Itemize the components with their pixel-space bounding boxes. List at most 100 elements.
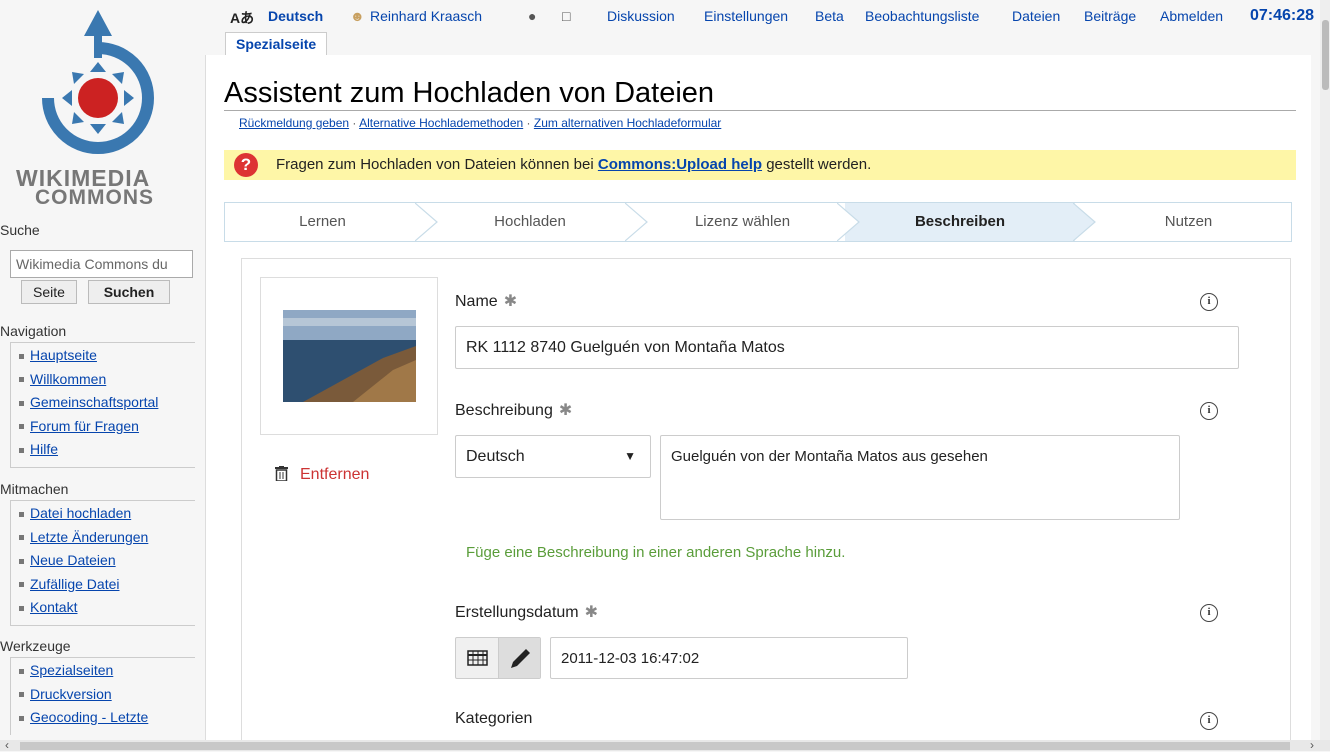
tab-spezialseite[interactable]: Spezialseite	[225, 32, 328, 56]
remove-file-button[interactable]: Entfernen	[275, 466, 369, 484]
search-heading: Suche	[0, 222, 40, 238]
name-label: Name ✱	[455, 293, 518, 310]
help-question-icon: ?	[234, 153, 258, 177]
topbar-link-dateien[interactable]: Dateien	[1012, 8, 1060, 24]
scroll-left-icon[interactable]: ‹	[5, 738, 9, 752]
info-icon[interactable]: i	[1200, 293, 1218, 311]
thumbnail-frame	[260, 277, 438, 435]
notice-text-before: Fragen zum Hochladen von Dateien können …	[276, 156, 598, 173]
dropdown-arrow-icon: ▼	[624, 449, 636, 463]
topbar-link-einstellungen[interactable]: Einstellungen	[704, 8, 788, 24]
description-textarea[interactable]: Guelguén von der Montaña Matos aus geseh…	[660, 435, 1180, 520]
step-chevron-icon	[415, 203, 438, 241]
wikimedia-commons-logo[interactable]: WIKIMEDIA COMMONS	[10, 0, 200, 215]
search-button[interactable]: Suchen	[88, 280, 170, 304]
help-notice: ? Fragen zum Hochladen von Dateien könne…	[224, 150, 1296, 180]
trash-icon	[275, 466, 288, 481]
page-button[interactable]: Seite	[21, 280, 77, 304]
description-label: Beschreibung ✱	[455, 402, 573, 419]
step-beschreiben: Beschreiben	[845, 203, 1075, 241]
nav-item-hauptseite[interactable]: Hauptseite	[19, 347, 195, 371]
required-asterisk-icon: ✱	[558, 402, 573, 419]
nav-item-letzte-aenderungen[interactable]: Letzte Änderungen	[19, 529, 195, 553]
date-label: Erstellungsdatum ✱	[455, 604, 599, 621]
info-icon[interactable]: i	[1200, 712, 1218, 730]
main-content: Assistent zum Hochladen von Dateien Rück…	[205, 55, 1311, 748]
name-input[interactable]: RK 1112 8740 Guelguén von Montaña Matos	[455, 326, 1239, 369]
add-language-link[interactable]: Füge eine Beschreibung in einer anderen …	[466, 544, 845, 561]
language-link[interactable]: Deutsch	[268, 8, 323, 24]
participate-heading: Mitmachen	[0, 481, 69, 497]
categories-label: Kategorien	[455, 710, 533, 727]
step-chevron-icon	[837, 203, 860, 241]
user-icon: ☻	[350, 8, 365, 24]
remove-label: Entfernen	[300, 466, 370, 483]
calendar-grid-icon	[467, 650, 488, 666]
step-hochladen: Hochladen	[494, 213, 566, 230]
step-chevron-icon	[1073, 203, 1096, 241]
clock: 07:46:28	[1250, 7, 1315, 24]
upload-help-link[interactable]: Commons:Upload help	[598, 156, 762, 173]
vertical-scrollbar[interactable]	[1320, 0, 1330, 740]
step-lernen: Lernen	[299, 213, 346, 230]
pencil-icon	[511, 649, 530, 668]
notifications-inbox-icon[interactable]: □	[562, 8, 570, 24]
notice-text-after: gestellt werden.	[762, 156, 872, 173]
nav-item-forum[interactable]: Forum für Fragen	[19, 418, 195, 442]
horizontal-scrollbar[interactable]: ‹ ›	[0, 738, 1330, 752]
topbar-link-beitraege[interactable]: Beiträge	[1084, 8, 1136, 24]
alternative-form-link[interactable]: Zum alternativen Hochladeformular	[534, 116, 721, 130]
horizontal-scroll-thumb[interactable]	[20, 742, 1290, 750]
required-asterisk-icon: ✱	[584, 604, 599, 621]
topbar-link-diskussion[interactable]: Diskussion	[607, 8, 675, 24]
date-input[interactable]: 2011-12-03 16:47:02	[550, 637, 908, 679]
user-link[interactable]: Reinhard Kraasch	[370, 8, 482, 24]
sidebar: WIKIMEDIA COMMONS Suche Wikimedia Common…	[0, 0, 205, 740]
nav-item-kontakt[interactable]: Kontakt	[19, 599, 195, 623]
participate-portlet: Datei hochladen Letzte Änderungen Neue D…	[10, 500, 195, 626]
info-icon[interactable]: i	[1200, 402, 1218, 420]
nav-item-gemeinschaftsportal[interactable]: Gemeinschaftsportal	[19, 394, 195, 418]
landscape-thumbnail-image	[283, 310, 416, 402]
language-icon[interactable]: Aあ	[230, 8, 254, 28]
page-title: Assistent zum Hochladen von Dateien	[224, 77, 715, 109]
nav-item-spezialseiten[interactable]: Spezialseiten	[19, 662, 195, 686]
topbar-link-abmelden[interactable]: Abmelden	[1160, 8, 1223, 24]
title-divider	[224, 110, 1296, 111]
notifications-bell-icon[interactable]: ●	[528, 8, 536, 24]
nav-item-druckversion[interactable]: Druckversion	[19, 686, 195, 710]
nav-item-neue-dateien[interactable]: Neue Dateien	[19, 552, 195, 576]
file-thumbnail	[283, 310, 416, 402]
subtitle-links: Rückmeldung geben · Alternative Hochlade…	[239, 116, 722, 130]
nav-item-willkommen[interactable]: Willkommen	[19, 371, 195, 395]
upload-steps: Lernen Hochladen Lizenz wählen Beschreib…	[224, 202, 1292, 242]
nav-item-geocoding[interactable]: Geocoding - Letzte	[19, 709, 195, 733]
language-select-value: Deutsch	[466, 448, 525, 465]
description-language-select[interactable]: Deutsch ▼	[455, 435, 651, 478]
tools-portlet: Spezialseiten Druckversion Geocoding - L…	[10, 657, 195, 735]
scroll-right-icon[interactable]: ›	[1310, 738, 1314, 752]
step-nutzen: Nutzen	[1164, 213, 1213, 230]
feedback-link[interactable]: Rückmeldung geben	[239, 116, 349, 130]
calendar-button[interactable]	[456, 638, 499, 678]
nav-item-hilfe[interactable]: Hilfe	[19, 441, 195, 465]
vertical-scroll-thumb[interactable]	[1322, 20, 1329, 90]
alternative-methods-link[interactable]: Alternative Hochlademethoden	[359, 116, 523, 130]
step-chevron-icon	[625, 203, 648, 241]
manual-entry-button[interactable]	[499, 638, 540, 678]
upload-form-card: Entfernen Name ✱ i RK 1112 8740 Guelguén …	[241, 258, 1291, 748]
required-asterisk-icon: ✱	[503, 293, 518, 310]
commons-logo-icon	[42, 10, 154, 154]
topbar-link-beobachtungsliste[interactable]: Beobachtungsliste	[865, 8, 979, 24]
topbar-link-beta[interactable]: Beta	[815, 8, 844, 24]
info-icon[interactable]: i	[1200, 604, 1218, 622]
nav-item-zufaellige-datei[interactable]: Zufällige Datei	[19, 576, 195, 600]
date-mode-toggle	[455, 637, 541, 679]
nav-item-datei-hochladen[interactable]: Datei hochladen	[19, 505, 195, 529]
tools-heading: Werkzeuge	[0, 638, 71, 654]
step-lizenz: Lizenz wählen	[694, 213, 791, 230]
navigation-heading: Navigation	[0, 323, 67, 339]
navigation-portlet: Hauptseite Willkommen Gemeinschaftsporta…	[10, 342, 195, 468]
search-input[interactable]: Wikimedia Commons du	[10, 250, 193, 278]
logo-wordmark-line2: COMMONS	[35, 186, 154, 209]
